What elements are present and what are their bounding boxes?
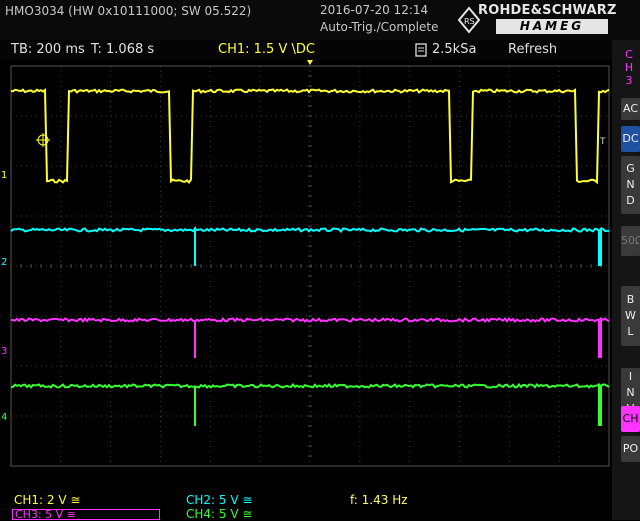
menu-button-dc[interactable]: DC	[621, 126, 640, 152]
ch2-scale[interactable]: CH2: 5 V ≅	[186, 493, 252, 507]
timebase-readout[interactable]: TB: 200 ms	[11, 42, 85, 57]
ch4-ground-marker: 4	[1, 412, 7, 423]
svg-text:RS: RS	[464, 17, 475, 26]
model-info: HMO3034 (HW 0x10111000; SW 05.522)	[5, 4, 252, 18]
memory-icon	[415, 43, 427, 57]
trigger-position-marker	[307, 60, 313, 65]
brand-subname: HAMEG	[496, 19, 608, 34]
menu-button-ac[interactable]: AC	[621, 98, 640, 120]
frequency-readout: f: 1.43 Hz	[350, 493, 408, 507]
ch1-scale[interactable]: CH1: 2 V ≅	[14, 493, 80, 507]
sample-rate: 2.5kSa	[432, 42, 477, 57]
ch4-waveform	[10, 382, 610, 426]
menu-button-gnd[interactable]: GND	[621, 156, 640, 214]
ch3-scale[interactable]: CH3: 5 V ≅	[12, 509, 160, 520]
channel-menu-title: CH3	[624, 48, 634, 87]
waveform-display: 1 2 3 4 T	[1, 60, 610, 467]
trigger-time-readout[interactable]: T: 1.068 s	[91, 42, 154, 57]
menu-button-po[interactable]: PO	[621, 436, 640, 462]
trigger-level-marker: T	[599, 137, 606, 147]
ch4-scale[interactable]: CH4: 5 V ≅	[186, 507, 252, 521]
trigger-status: Auto-Trig./Complete	[320, 20, 439, 34]
ch1-ground-marker: 1	[1, 170, 7, 181]
acquisition-mode[interactable]: Refresh	[508, 42, 557, 57]
trigger-crosshair-icon	[36, 133, 50, 147]
brand-name: ROHDE&SCHWARZ	[478, 3, 617, 18]
ch1-trigger-setting[interactable]: CH1: 1.5 V \DC	[218, 42, 315, 57]
ch2-ground-marker: 2	[1, 257, 7, 268]
menu-button-50[interactable]: 50Ω	[621, 226, 640, 256]
menu-button-bwl[interactable]: BWL	[621, 286, 640, 346]
ch3-waveform	[10, 316, 610, 358]
date-time: 2016-07-20 12:14	[320, 3, 429, 17]
ch2-waveform	[10, 226, 609, 266]
ch3-ground-marker: 3	[1, 346, 7, 357]
menu-button-ch[interactable]: CH	[621, 406, 640, 432]
